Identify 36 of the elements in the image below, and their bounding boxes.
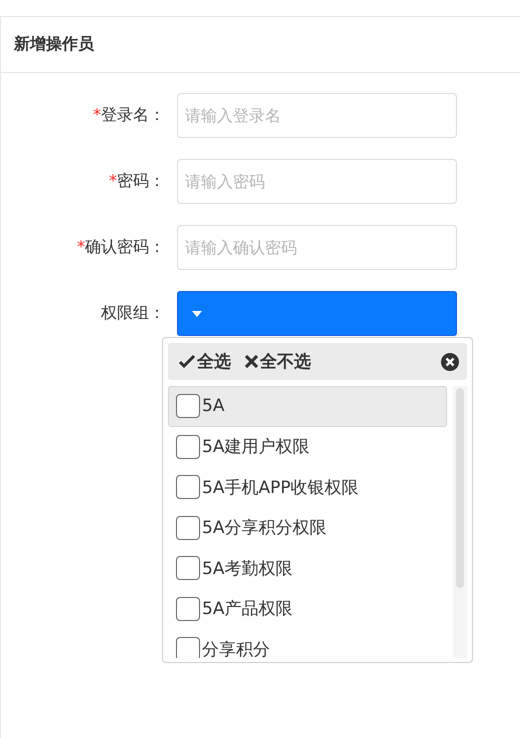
close-icon[interactable]	[441, 352, 459, 370]
option-label: 5A	[202, 396, 224, 416]
checkbox[interactable]	[176, 556, 200, 580]
option-label: 5A分享积分权限	[202, 517, 326, 540]
option-item[interactable]: 分享积分	[168, 629, 447, 658]
option-label: 5A手机APP收银权限	[202, 476, 359, 499]
option-label: 5A建用户权限	[202, 436, 310, 458]
input-field[interactable]: 请输入确认密码	[177, 225, 457, 270]
field-label: 权限组：	[100, 303, 166, 324]
select-all-button[interactable]: 全选	[179, 350, 231, 373]
panel-title: 新增操作员	[14, 34, 94, 55]
field-label: *登录名：	[92, 105, 166, 126]
field-label: *密码：	[108, 171, 166, 192]
checkbox[interactable]	[176, 394, 200, 418]
option-item[interactable]: 5A建用户权限	[168, 426, 447, 467]
input-field[interactable]: 请输入密码	[177, 159, 457, 204]
checkbox[interactable]	[176, 475, 200, 500]
option-label: 分享积分	[202, 638, 270, 658]
scrollbar[interactable]	[453, 386, 467, 658]
checkbox[interactable]	[176, 596, 200, 621]
check-icon	[179, 354, 195, 368]
checkbox[interactable]	[176, 637, 200, 658]
option-item[interactable]: 5A产品权限	[168, 588, 447, 629]
checkbox[interactable]	[176, 516, 200, 540]
option-item[interactable]: 5A考勤权限	[168, 548, 447, 588]
cross-icon	[245, 355, 258, 368]
field-label: *确认密码：	[76, 237, 166, 258]
option-item[interactable]: 5A手机APP收银权限	[168, 467, 447, 508]
caret-icon	[192, 310, 202, 316]
option-label: 5A考勤权限	[202, 558, 292, 580]
input-field[interactable]: 请输入登录名	[177, 93, 457, 138]
option-item[interactable]: 5A分享积分权限	[168, 508, 447, 548]
select-none-button[interactable]: 全不选	[245, 350, 311, 373]
option-item[interactable]: 5A	[168, 386, 447, 426]
checkbox[interactable]	[176, 434, 200, 459]
option-label: 5A产品权限	[202, 598, 292, 620]
